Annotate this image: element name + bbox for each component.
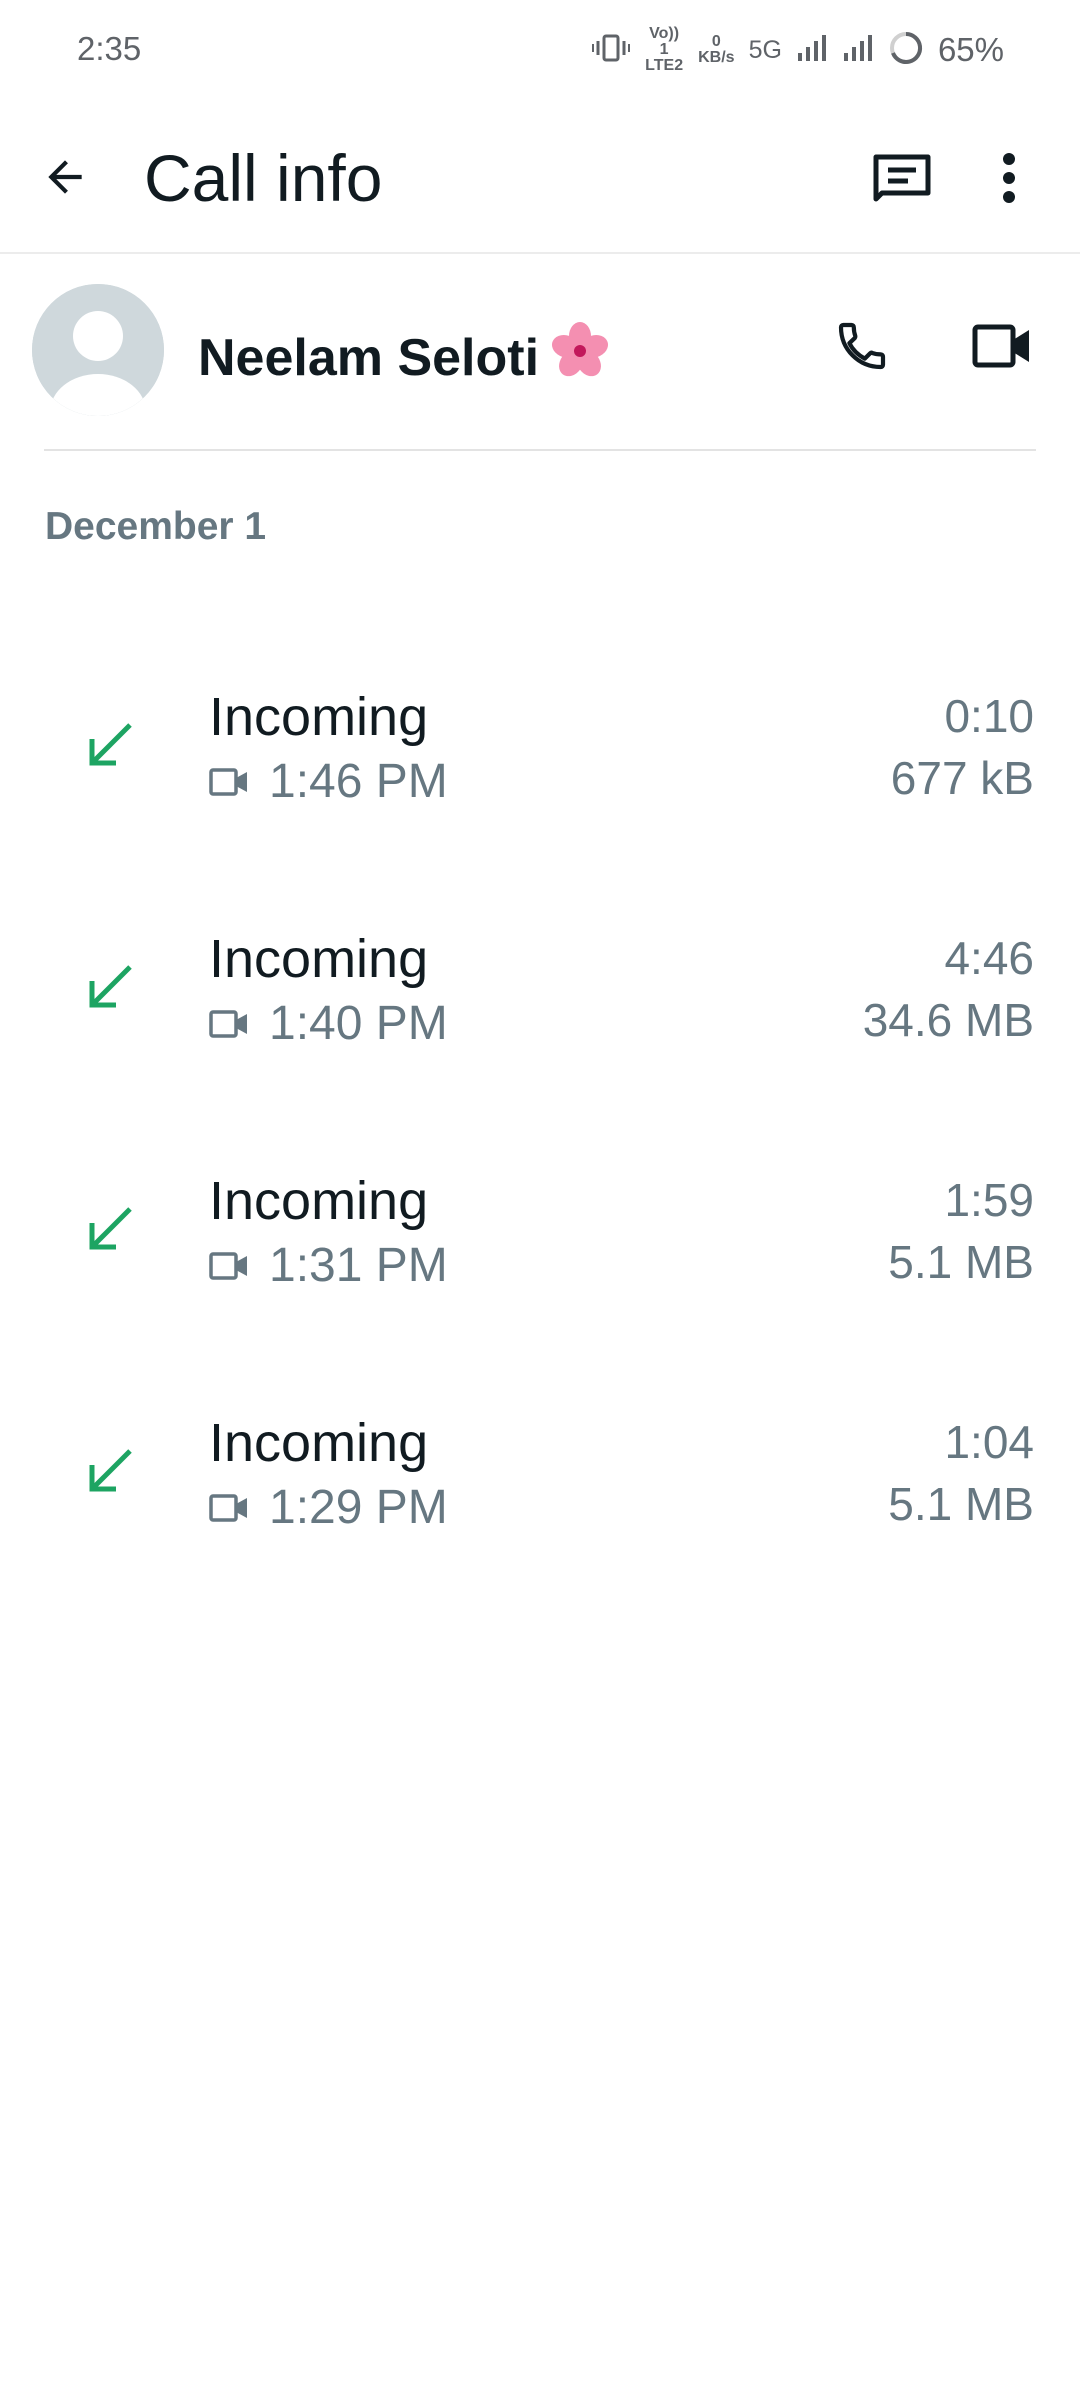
signal-icon-2 [842,33,874,68]
videocam-icon [209,768,247,796]
call-list: Incoming 1:46 PM 0:10 677 kB Incoming 1:… [0,645,1080,1613]
status-time: 2:35 [77,30,142,67]
volte-indicator: Vo)) 1 LTE2 [645,25,684,74]
call-details: 1:29 PM [209,1479,448,1537]
message-button[interactable] [866,142,938,214]
vibrate-icon [592,33,631,68]
call-duration: 1:04 [944,1416,1034,1468]
cherry-blossom-emoji [551,322,609,393]
signal-icon-1 [796,33,828,68]
videocam-icon [209,1252,247,1280]
call-data-size: 34.6 MB [862,994,1034,1046]
voice-call-button[interactable] [826,310,898,382]
contact-row[interactable]: Neelam Seloti [0,254,1080,452]
call-time: 1:40 PM [269,997,448,1050]
date-header: December 1 [45,505,267,548]
contact-name: Neelam Seloti [198,322,609,393]
default-avatar-icon[interactable] [32,284,164,416]
more-vert-icon [1003,153,1015,203]
network-speed-value: 0 [711,33,721,50]
contact-name-text: Neelam Seloti [198,328,540,387]
message-icon [873,154,931,202]
divider [44,449,1036,451]
call-details: 1:40 PM [209,995,448,1053]
call-data-size: 5.1 MB [888,1478,1034,1530]
call-log-item[interactable]: Incoming 1:31 PM 1:59 5.1 MB [0,1129,1080,1371]
call-type: Incoming [209,687,429,747]
videocam-icon [972,324,1029,368]
status-icons: Vo)) 1 LTE2 0 KB/s 5G 65% [592,25,1004,74]
call-type: Incoming [209,1171,429,1231]
call-time: 1:31 PM [269,1239,448,1292]
battery-icon [888,30,924,71]
call-type: Incoming [209,1413,429,1473]
more-options-button[interactable] [984,142,1034,214]
call-time: 1:29 PM [269,1481,448,1534]
call-time: 1:46 PM [269,755,448,808]
call-data-size: 5.1 MB [888,1236,1034,1288]
network-speed-unit: KB/s [698,49,735,66]
call-details: 1:31 PM [209,1237,448,1295]
battery-percentage: 65% [937,31,1004,68]
call-data-size: 677 kB [890,752,1034,804]
call-duration: 0:10 [944,690,1034,742]
back-button[interactable] [30,142,100,212]
app-bar: Call info [0,100,1080,254]
call-log-item[interactable]: Incoming 1:29 PM 1:04 5.1 MB [0,1371,1080,1613]
network-type: 5G [748,35,782,64]
call-duration: 1:59 [944,1174,1034,1226]
call-info-screen: 2:35 Vo)) 1 LTE2 0 KB/s 5G 65% Call info… [0,0,1080,2408]
network-speed: 0 KB/s [698,34,734,66]
videocam-icon [209,1010,247,1038]
phone-icon [838,322,886,370]
call-details: 1:46 PM [209,753,448,811]
videocam-icon [209,1494,247,1522]
call-duration: 4:46 [944,932,1034,984]
video-call-button[interactable] [966,310,1038,382]
page-title: Call info [144,141,383,215]
call-log-item[interactable]: Incoming 1:46 PM 0:10 677 kB [0,645,1080,887]
call-type: Incoming [209,929,429,989]
call-log-item[interactable]: Incoming 1:40 PM 4:46 34.6 MB [0,887,1080,1129]
incoming-arrow-icon [89,723,132,766]
status-bar: 2:35 Vo)) 1 LTE2 0 KB/s 5G 65% [0,0,1080,100]
arrow-back-icon [48,160,82,194]
incoming-arrow-icon [89,1207,132,1250]
incoming-arrow-icon [89,1449,132,1492]
incoming-arrow-icon [89,965,132,1008]
